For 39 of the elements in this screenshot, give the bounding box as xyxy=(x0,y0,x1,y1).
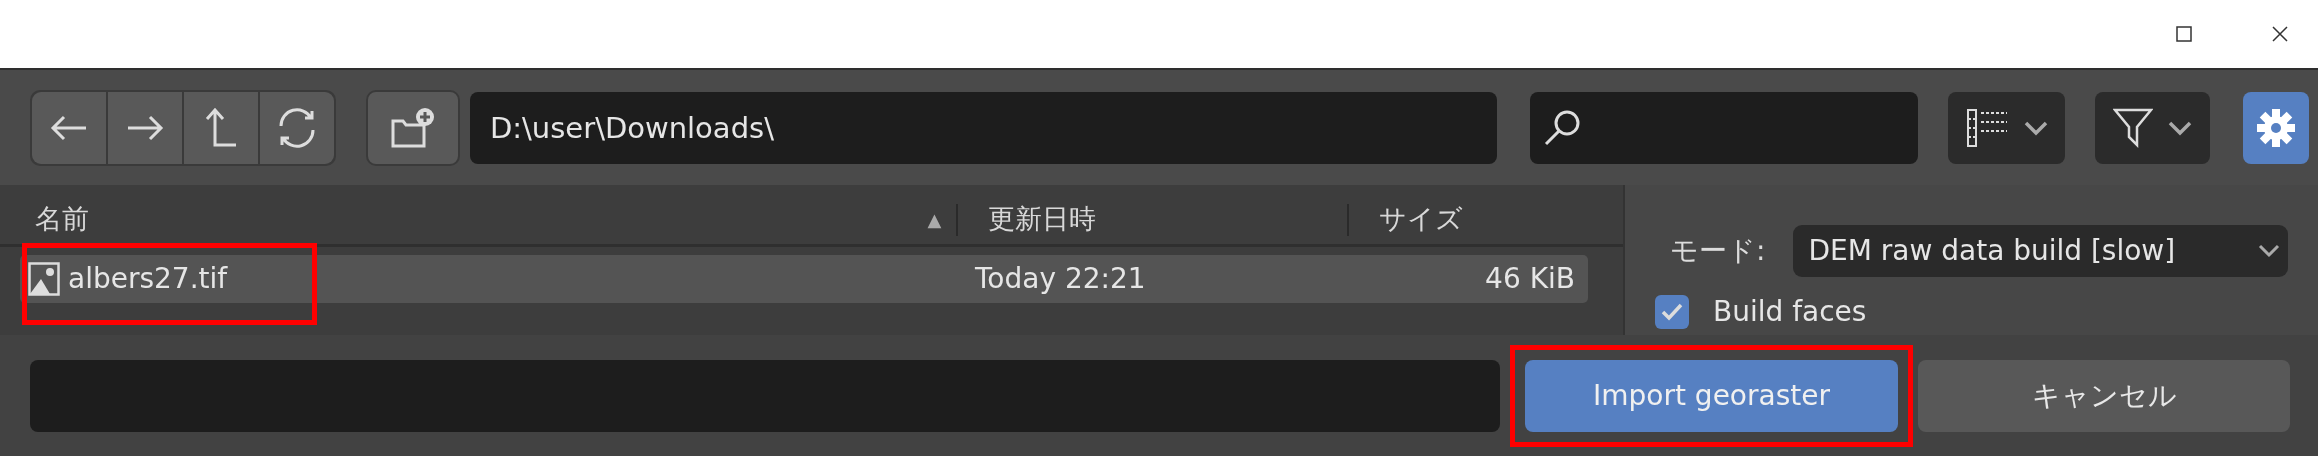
check-icon xyxy=(1660,302,1684,322)
parent-folder-button[interactable] xyxy=(184,91,258,164)
list-view-icon xyxy=(1965,107,2010,148)
maximize-icon[interactable] xyxy=(2176,26,2192,42)
image-file-icon xyxy=(28,262,60,296)
refresh-button[interactable] xyxy=(260,91,334,164)
new-folder-icon xyxy=(390,106,436,149)
filename-field[interactable] xyxy=(30,359,1500,432)
back-button[interactable] xyxy=(32,91,106,164)
cancel-button[interactable]: キャンセル xyxy=(1918,359,2290,432)
new-folder-button[interactable] xyxy=(366,89,460,166)
file-size: 46 KiB xyxy=(1484,261,1575,297)
search-field[interactable] xyxy=(1530,91,1918,164)
mode-dropdown[interactable]: DEM raw data build [slow] xyxy=(1793,225,2289,277)
modified-column-header[interactable]: 更新日時 xyxy=(988,199,1097,240)
funnel-icon xyxy=(2112,106,2153,149)
up-arrow-icon xyxy=(204,106,238,149)
mode-label: モード: xyxy=(1670,233,1766,269)
size-column-header[interactable]: サイズ xyxy=(1378,199,1463,240)
display-mode-dropdown[interactable] xyxy=(1948,91,2065,164)
left-arrow-icon xyxy=(50,113,88,142)
sort-indicator[interactable]: ▲ xyxy=(927,206,942,233)
chevron-down-icon xyxy=(2168,119,2193,136)
chevron-down-icon xyxy=(2023,119,2048,136)
chevron-down-icon xyxy=(2258,244,2281,258)
file-row[interactable]: albers27.tif Today 22:21 46 KiB xyxy=(20,255,1588,303)
file-date: Today 22:21 xyxy=(975,261,1147,297)
path-field[interactable]: D:\user\Downloads\ xyxy=(470,91,1497,164)
close-icon[interactable] xyxy=(2272,26,2288,42)
settings-icon xyxy=(2256,107,2296,148)
checkbox-label: Build faces xyxy=(1713,294,1867,330)
file-name: albers27.tif xyxy=(68,261,228,297)
checkbox[interactable] xyxy=(1655,295,1689,329)
import-button[interactable]: Import georaster xyxy=(1525,359,1898,432)
filter-dropdown[interactable] xyxy=(2095,91,2210,164)
name-column-header[interactable]: 名前 xyxy=(35,199,89,240)
forward-button[interactable] xyxy=(108,91,182,164)
right-arrow-icon xyxy=(126,113,164,142)
settings-button[interactable] xyxy=(2243,91,2309,164)
